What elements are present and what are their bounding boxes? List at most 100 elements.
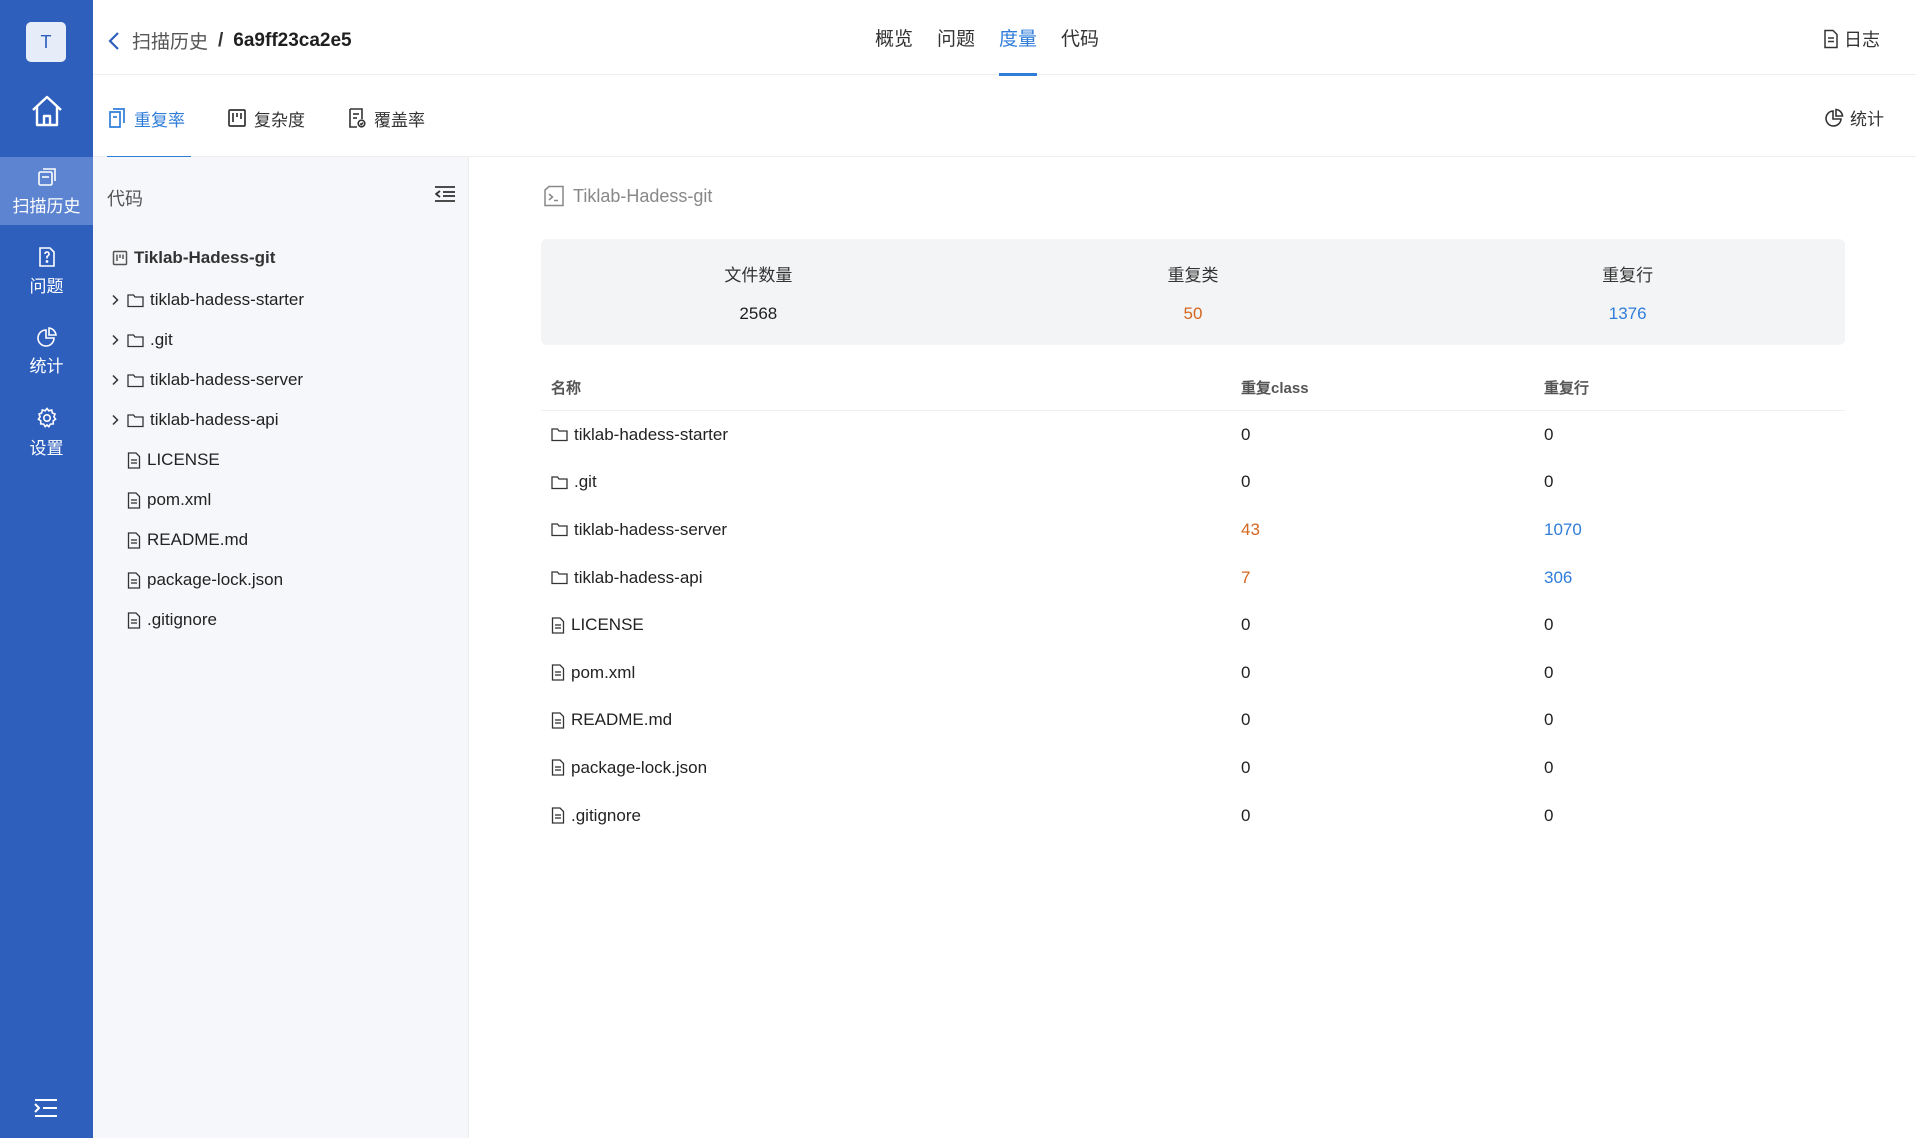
metric-tabs: 重复率 复杂度 覆盖率 — [107, 75, 467, 158]
chevron-right-icon[interactable] — [107, 414, 123, 426]
row-name-cell[interactable]: pom.xml — [541, 663, 1241, 683]
folder-icon — [551, 428, 568, 442]
column-header-dup-lines: 重复行 — [1544, 380, 1590, 397]
rail-item-stats[interactable]: 统计 — [0, 317, 93, 385]
table-row[interactable]: .gitignore 0 0 — [541, 792, 1845, 840]
row-dup-lines: 306 — [1544, 567, 1573, 587]
table-row[interactable]: tiklab-hadess-starter 0 0 — [541, 411, 1845, 459]
tree-node-label: .gitignore — [147, 610, 217, 629]
rail-item-label: 设置 — [29, 438, 64, 458]
tree-node-folder[interactable]: tiklab-hadess-api — [107, 400, 304, 440]
summary-label: 重复类 — [1167, 265, 1219, 285]
table-row[interactable]: .git 0 0 — [541, 459, 1845, 507]
summary-card: 文件数量 2568 重复类 50 重复行 1376 — [541, 239, 1845, 345]
report-icon — [349, 108, 366, 128]
pie-chart-icon — [36, 326, 57, 347]
table-row[interactable]: package-lock.json 0 0 — [541, 744, 1845, 792]
collapse-panel-icon[interactable] — [434, 185, 456, 208]
tree-list: tiklab-hadess-starter .git tiklab-hadess… — [107, 280, 304, 640]
tree-node-label: README.md — [147, 530, 249, 549]
terminal-icon — [544, 185, 564, 207]
rail-item-label: 问题 — [29, 276, 64, 296]
table-row[interactable]: tiklab-hadess-api 7 306 — [541, 554, 1845, 602]
tree-node-label: tiklab-hadess-starter — [150, 290, 305, 309]
table-row[interactable]: LICENSE 0 0 — [541, 601, 1845, 649]
table-row[interactable]: pom.xml 0 0 — [541, 649, 1845, 697]
stats-button[interactable]: 统计 — [1824, 105, 1884, 130]
tab-coverage[interactable]: 覆盖率 — [347, 75, 425, 157]
log-button[interactable]: 日志 — [1823, 26, 1880, 52]
tree-node-file[interactable]: README.md — [107, 520, 304, 560]
rail-item-scan-history[interactable]: 扫描历史 — [0, 157, 93, 225]
tree-root[interactable]: Tiklab-Hadess-git — [112, 248, 275, 268]
file-icon — [551, 664, 565, 681]
tree-node-label: tiklab-hadess-server — [150, 370, 304, 389]
row-name-cell[interactable]: package-lock.json — [541, 758, 1241, 778]
summary-label: 文件数量 — [724, 265, 793, 285]
file-icon — [127, 531, 141, 549]
row-dup-class: 0 — [1241, 472, 1251, 492]
table-row[interactable]: README.md 0 0 — [541, 697, 1845, 745]
row-dup-class: 0 — [1241, 662, 1251, 682]
chevron-right-icon[interactable] — [107, 294, 123, 306]
row-dup-class: 0 — [1241, 757, 1251, 777]
avatar[interactable]: T — [26, 22, 66, 62]
home-icon[interactable] — [27, 91, 67, 131]
tree-node-folder[interactable]: tiklab-hadess-server — [107, 360, 304, 400]
breadcrumb-parent-link[interactable]: 扫描历史 — [132, 27, 208, 54]
row-name-cell[interactable]: LICENSE — [541, 615, 1241, 635]
tree-node-folder[interactable]: tiklab-hadess-starter — [107, 280, 304, 320]
row-name-cell[interactable]: tiklab-hadess-server — [541, 520, 1241, 540]
file-icon — [127, 451, 141, 469]
row-name-cell[interactable]: tiklab-hadess-api — [541, 568, 1241, 588]
tab-duplication[interactable]: 重复率 — [107, 75, 191, 158]
summary-value: 1376 — [1608, 303, 1647, 323]
sub-tab-bar: 重复率 复杂度 覆盖率 统计 — [93, 75, 1916, 158]
table-row[interactable]: tiklab-hadess-server 43 1070 — [541, 506, 1845, 554]
tab-metrics[interactable]: 度量 — [999, 0, 1038, 76]
folder-icon — [127, 373, 144, 387]
row-name-cell[interactable]: .gitignore — [541, 806, 1241, 826]
tree-title: 代码 — [107, 189, 143, 209]
tab-overview[interactable]: 概览 — [875, 0, 913, 75]
row-name-cell[interactable]: README.md — [541, 710, 1241, 730]
tree-node-file[interactable]: LICENSE — [107, 440, 304, 480]
row-name-cell[interactable]: .git — [541, 472, 1241, 492]
tab-complexity[interactable]: 复杂度 — [227, 75, 305, 157]
repo-icon — [112, 250, 128, 266]
tree-root-label: Tiklab-Hadess-git — [134, 248, 276, 267]
chevron-right-icon[interactable] — [107, 374, 123, 386]
summary-label: 重复行 — [1602, 265, 1654, 285]
tree-node-folder[interactable]: .git — [107, 320, 304, 360]
tab-label: 覆盖率 — [374, 110, 425, 130]
tree-node-file[interactable]: package-lock.json — [107, 560, 304, 600]
rail-item-settings[interactable]: 设置 — [0, 398, 93, 466]
chevron-right-icon[interactable] — [107, 334, 123, 346]
tab-label: 重复率 — [134, 110, 185, 130]
tree-node-label: .git — [150, 330, 173, 349]
expand-menu-icon[interactable] — [33, 1097, 59, 1124]
log-label: 日志 — [1844, 30, 1880, 50]
tab-issues[interactable]: 问题 — [937, 0, 975, 75]
kanban-icon — [228, 109, 246, 127]
row-name: tiklab-hadess-api — [574, 567, 703, 587]
file-icon — [127, 491, 141, 509]
tree-node-label: tiklab-hadess-api — [150, 410, 279, 429]
file-icon — [551, 807, 565, 824]
row-dup-class: 0 — [1241, 710, 1251, 730]
rail-item-issues[interactable]: 问题 — [0, 237, 93, 305]
row-name: .gitignore — [571, 805, 641, 825]
row-dup-lines: 0 — [1544, 424, 1554, 444]
tree-node-file[interactable]: pom.xml — [107, 480, 304, 520]
tree-node-file[interactable]: .gitignore — [107, 600, 304, 640]
row-dup-lines: 1070 — [1544, 519, 1582, 539]
summary-file-count: 文件数量 2568 — [541, 239, 976, 345]
row-name-cell[interactable]: tiklab-hadess-starter — [541, 425, 1241, 445]
folder-icon — [551, 476, 568, 490]
back-arrow-icon[interactable] — [108, 31, 120, 51]
row-dup-class: 7 — [1241, 567, 1251, 587]
tab-code[interactable]: 代码 — [1061, 0, 1099, 75]
column-header-name: 名称 — [551, 380, 582, 397]
row-dup-lines: 0 — [1544, 757, 1554, 777]
rail-item-label: 统计 — [29, 356, 64, 376]
